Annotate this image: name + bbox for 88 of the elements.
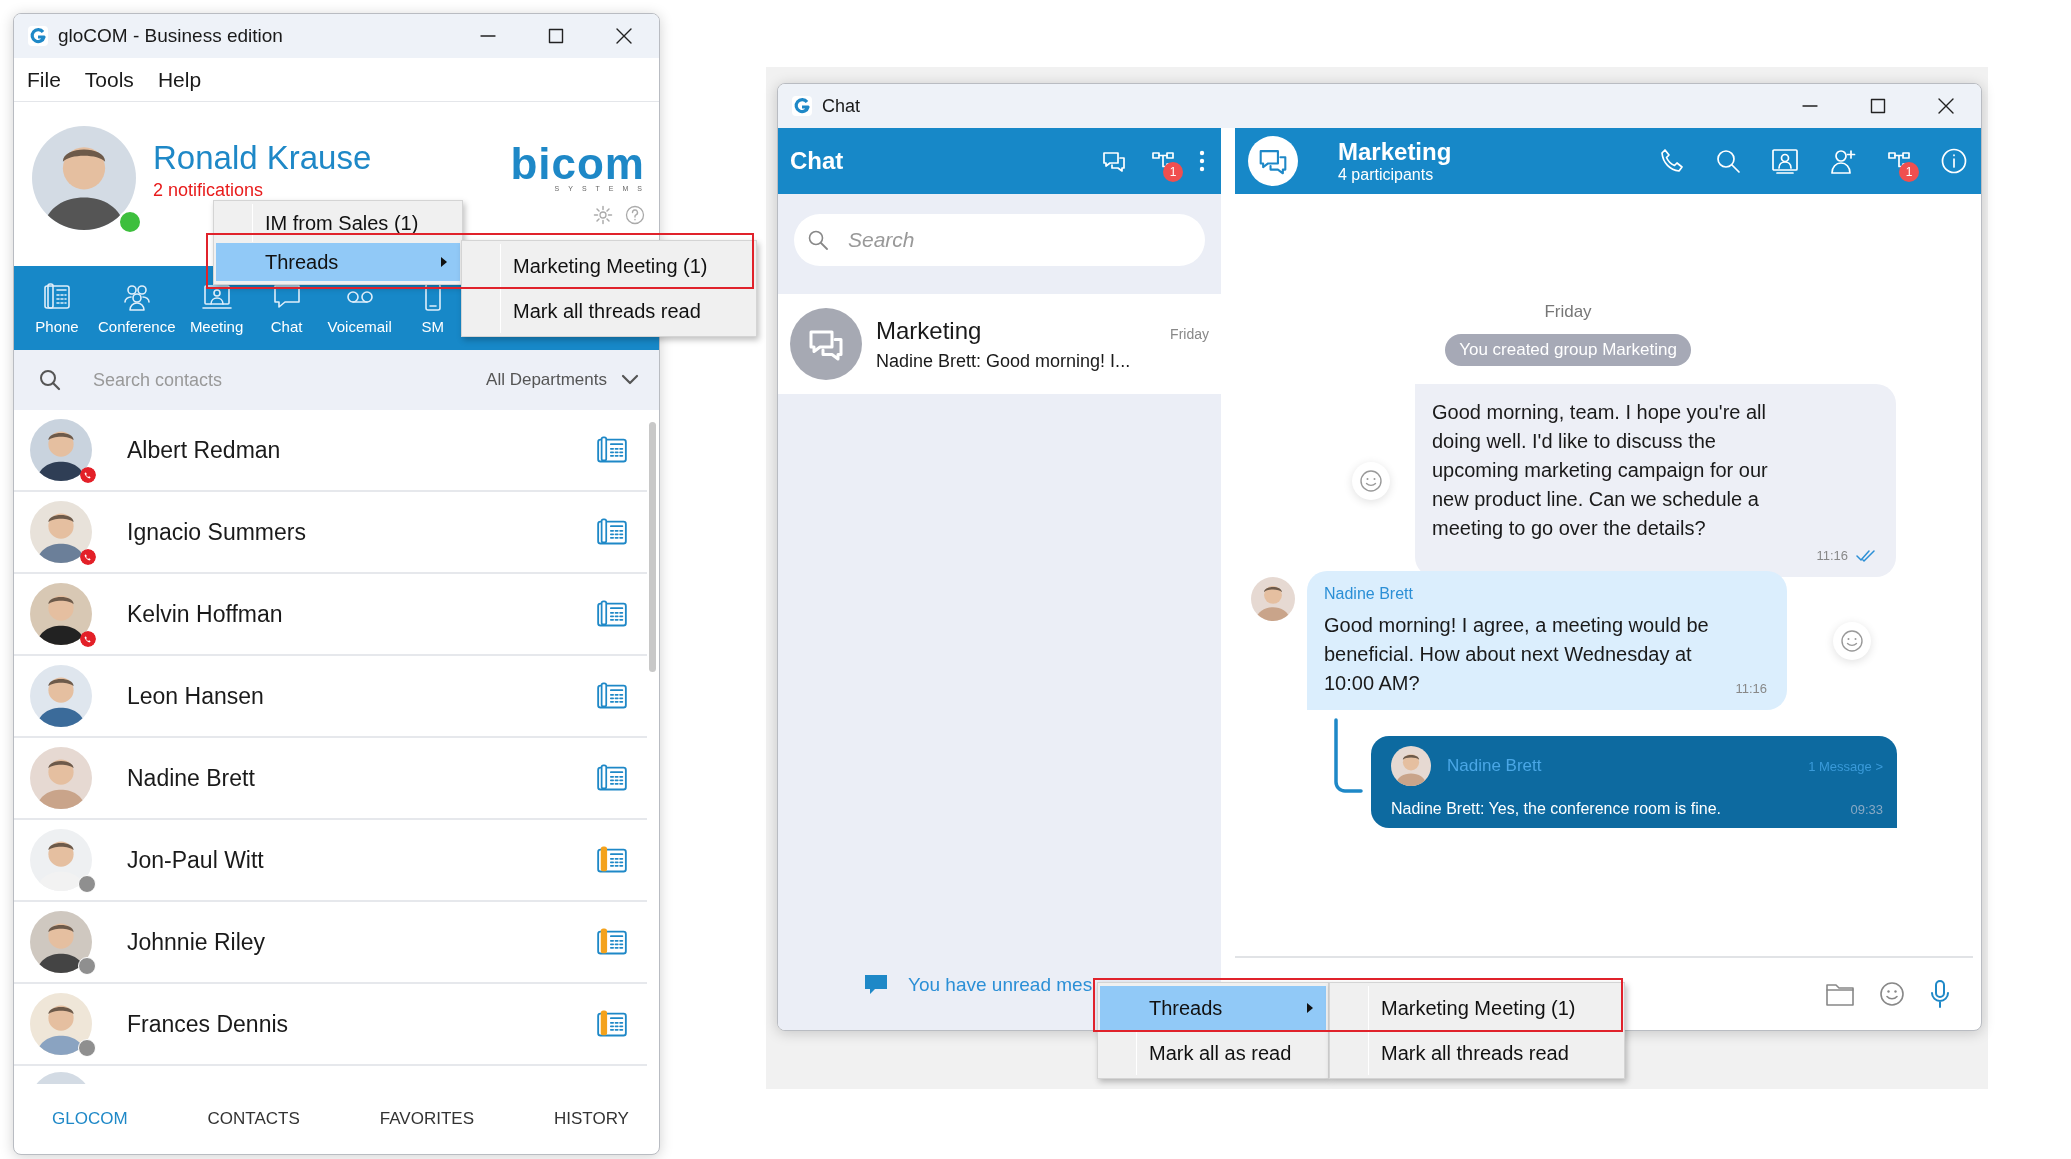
contact-name[interactable]: Johnnie Riley — [127, 928, 266, 956]
menu-entry[interactable]: File — [27, 67, 61, 92]
chevron-down-icon[interactable] — [621, 374, 639, 386]
sender-name: Nadine Brett — [1447, 756, 1542, 776]
toolbar-button[interactable]: Phone — [22, 277, 92, 339]
desk-phone-icon[interactable] — [597, 928, 627, 956]
maximize-icon[interactable] — [547, 27, 565, 45]
bottom-tab[interactable]: GLOCOM — [52, 1109, 128, 1129]
app-logo-icon — [792, 96, 812, 116]
message-preview: Nadine Brett: Good morning! I... — [876, 350, 1132, 372]
contact-card-icon[interactable] — [1771, 148, 1799, 174]
count-badge: 1 — [1163, 162, 1183, 182]
maximize-icon[interactable] — [1869, 97, 1887, 115]
offline-dot — [78, 875, 96, 893]
sender-name: Nadine Brett — [1324, 585, 1414, 603]
search-icon — [39, 369, 61, 391]
contact-name[interactable]: Leon Hansen — [127, 682, 264, 710]
contact-name[interactable]: Ignacio Summers — [127, 518, 306, 546]
microphone-icon[interactable] — [1929, 979, 1951, 1009]
more-icon[interactable] — [1199, 150, 1205, 172]
add-user-icon[interactable] — [1829, 148, 1857, 174]
desk-phone-icon[interactable] — [597, 436, 627, 464]
contact-name[interactable]: Frances Dennis — [127, 1010, 289, 1038]
conversation-time: Friday — [1170, 325, 1209, 342]
contact-name[interactable]: Nadine Brett — [127, 764, 255, 792]
logo: bicom — [510, 144, 645, 184]
message-text: Good morning! I agree, a meeting would be beneficial. How about next Wednesday at 10:00 AM? — [1324, 613, 1709, 696]
conversation-name[interactable]: Marketing — [876, 316, 982, 345]
thread-card[interactable]: Nadine Brett 1 Message > Nadine Brett: Yes, the conference room is fine. 09:33 — [1371, 736, 1897, 828]
contact-name[interactable]: Jon-Paul Witt — [127, 846, 264, 874]
reaction-button[interactable] — [1833, 621, 1871, 660]
desk-phone-icon — [42, 281, 72, 312]
menu-entry[interactable]: Help — [157, 67, 202, 92]
count-badge: 1 — [1899, 162, 1919, 182]
desk-phone-icon[interactable] — [597, 846, 627, 874]
busy-phone-badge — [80, 467, 96, 483]
system-message: You created group Marketing — [1445, 334, 1691, 366]
bottom-tab[interactable]: FAVORITES — [379, 1109, 474, 1129]
notifications-link[interactable]: 2 notifications — [153, 178, 372, 202]
department-dropdown[interactable]: All Departments — [486, 370, 607, 390]
contact-name[interactable]: Albert Redman — [127, 436, 281, 464]
bottom-tab[interactable]: HISTORY — [554, 1109, 629, 1129]
menu-item[interactable]: Threads — [216, 243, 460, 281]
window-title: Chat — [822, 95, 861, 117]
offline-dot — [78, 1039, 96, 1057]
info-icon[interactable] — [1941, 148, 1967, 174]
message-time: 09:33 — [1850, 801, 1883, 817]
emoji-icon[interactable] — [1879, 981, 1905, 1007]
help-icon[interactable] — [625, 205, 645, 225]
panel-title: Chat — [790, 147, 844, 175]
user-name: Ronald Krause — [153, 138, 372, 178]
emoji-icon — [1359, 468, 1383, 493]
emoji-icon — [1840, 628, 1864, 653]
close-icon[interactable] — [615, 27, 633, 45]
menu-entry[interactable]: Tools — [84, 67, 134, 92]
message-icon — [864, 974, 888, 996]
busy-phone-badge — [80, 549, 96, 565]
chat-bubbles-icon[interactable] — [1101, 149, 1127, 173]
message-text: Good morning, team. I hope you're all doing well. I'd like to discuss the upcoming marketing campaign for our new product line. Can we schedule a meeting to go over the details? — [1432, 400, 1769, 541]
menu-item[interactable]: Threads — [1100, 986, 1326, 1030]
close-icon[interactable] — [1937, 97, 1955, 115]
scrollbar-thumb[interactable] — [649, 422, 656, 672]
search-field[interactable]: Search contacts — [91, 368, 295, 392]
date-separator: Friday — [1544, 302, 1592, 322]
phone-icon[interactable] — [1659, 148, 1685, 174]
settings-icon[interactable] — [593, 205, 613, 225]
bottom-tab[interactable]: CONTACTS — [207, 1109, 300, 1129]
desk-phone-icon[interactable] — [597, 764, 627, 792]
participants-count: 4 participants — [1338, 166, 1435, 184]
busy-phone-badge — [80, 631, 96, 647]
search-field[interactable]: Search — [794, 214, 1205, 266]
desk-phone-icon[interactable] — [597, 518, 627, 546]
reaction-button[interactable] — [1352, 461, 1390, 500]
message-text: Nadine Brett: Yes, the conference room is fine. — [1391, 800, 1721, 818]
desk-phone-icon[interactable] — [597, 682, 627, 710]
message-time: 11:16 — [1735, 681, 1767, 696]
desk-phone-icon[interactable] — [597, 1010, 627, 1038]
search-icon[interactable] — [1715, 148, 1741, 174]
desk-phone-icon[interactable] — [597, 600, 627, 628]
offline-dot — [78, 957, 96, 975]
app-logo-icon — [28, 26, 48, 46]
conversation-title: Marketing — [1338, 138, 1452, 166]
search-icon — [808, 230, 828, 250]
contact-name[interactable]: Kelvin Hoffman — [127, 600, 283, 628]
folder-icon[interactable] — [1825, 981, 1855, 1007]
window-title: gloCOM - Business edition — [58, 25, 283, 47]
toolbar-button[interactable]: Conference — [92, 277, 182, 339]
message-time: 11:16 — [1816, 548, 1848, 563]
